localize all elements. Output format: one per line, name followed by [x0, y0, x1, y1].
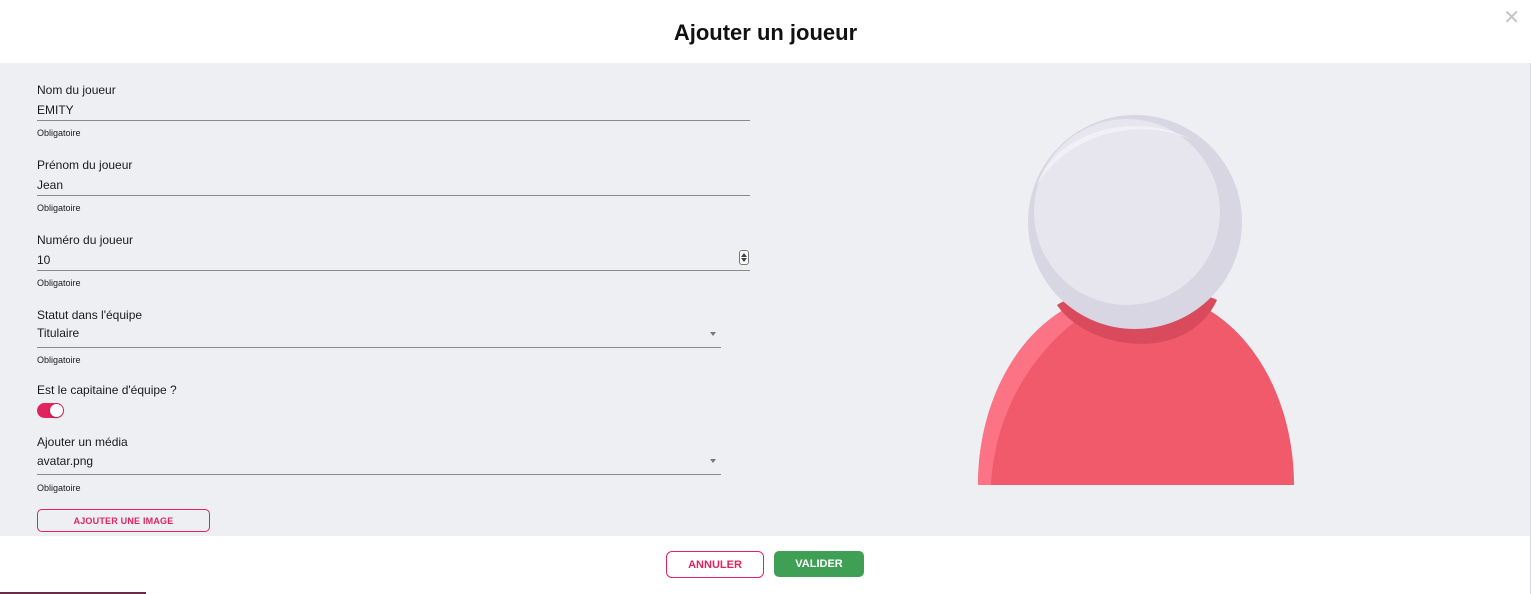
number-label: Numéro du joueur: [37, 233, 134, 247]
number-input[interactable]: 10: [37, 253, 727, 269]
number-hint: Obligatoire: [37, 278, 81, 288]
last-name-underline: [37, 120, 750, 121]
number-stepper[interactable]: [739, 250, 749, 265]
status-label: Statut dans l'équipe: [37, 308, 143, 322]
cancel-button[interactable]: ANNULER: [666, 551, 764, 578]
number-underline: [37, 270, 750, 271]
close-icon[interactable]: ✕: [1503, 8, 1520, 28]
media-underline: [37, 474, 721, 475]
status-select[interactable]: Titulaire: [37, 326, 721, 342]
add-player-dialog: Ajouter un joueur ✕ Nom du joueur EMITY …: [0, 0, 1531, 594]
add-image-button[interactable]: AJOUTER UNE IMAGE: [37, 509, 210, 532]
stepper-down-icon[interactable]: [741, 258, 747, 262]
first-name-hint: Obligatoire: [37, 203, 81, 213]
dialog-footer: ANNULER VALIDER: [0, 536, 1530, 594]
status-underline: [37, 347, 721, 348]
media-select[interactable]: avatar.png: [37, 454, 721, 470]
stepper-up-icon[interactable]: [741, 253, 747, 257]
first-name-underline: [37, 195, 750, 196]
media-hint: Obligatoire: [37, 483, 81, 493]
last-name-input[interactable]: EMITY: [37, 103, 750, 119]
captain-label: Est le capitaine d'équipe ?: [37, 383, 177, 397]
chevron-down-icon[interactable]: [710, 459, 716, 463]
first-name-label: Prénom du joueur: [37, 158, 133, 172]
dialog-header: Ajouter un joueur ✕: [0, 0, 1531, 63]
validate-button[interactable]: VALIDER: [774, 551, 864, 577]
last-name-hint: Obligatoire: [37, 128, 81, 138]
avatar-placeholder-icon: [978, 115, 1294, 485]
media-label: Ajouter un média: [37, 435, 128, 449]
last-name-label: Nom du joueur: [37, 83, 116, 97]
captain-toggle[interactable]: [37, 403, 64, 418]
dialog-title: Ajouter un joueur: [673, 20, 858, 45]
status-hint: Obligatoire: [37, 355, 81, 365]
first-name-input[interactable]: Jean: [37, 178, 750, 194]
toggle-knob: [50, 404, 63, 417]
chevron-down-icon[interactable]: [710, 332, 716, 336]
